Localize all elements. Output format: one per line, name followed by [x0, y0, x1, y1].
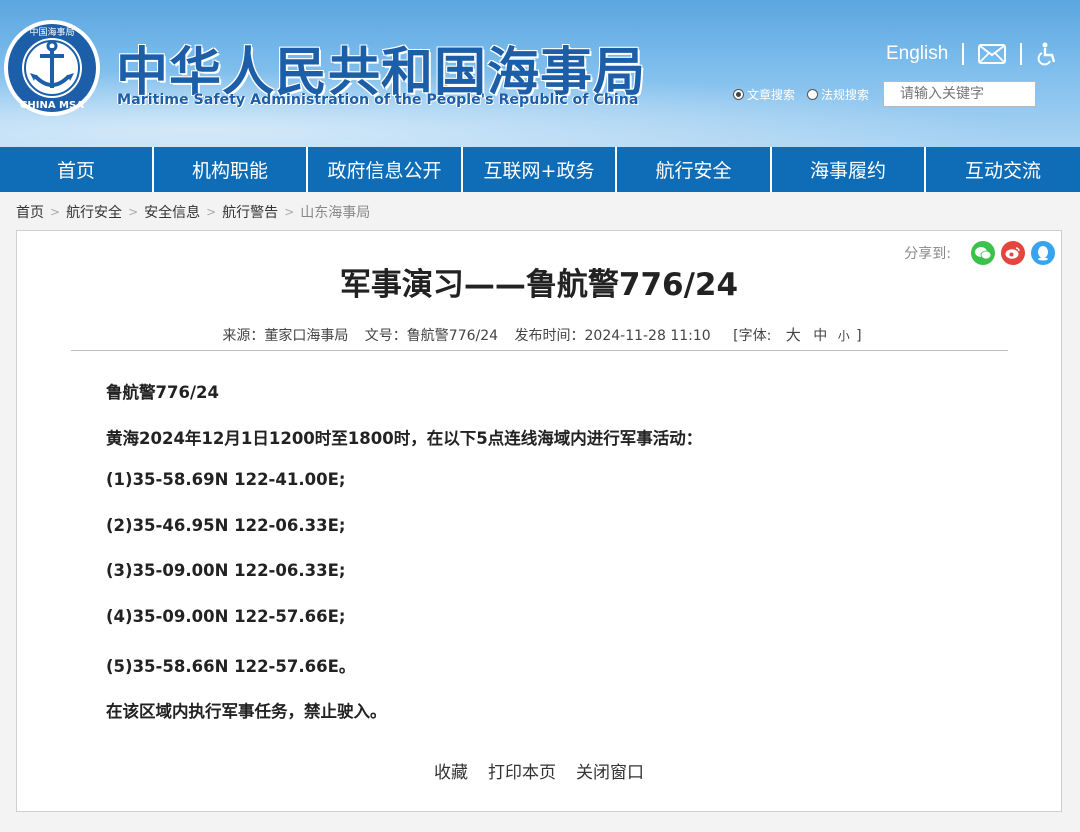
- search-option-article-label: 文章搜索: [747, 87, 796, 102]
- font-size-medium[interactable]: 中: [813, 328, 827, 344]
- site-header: 中国海事局 CHINA MSA 中华人民共和国海事局 Maritime Safe…: [0, 0, 1080, 147]
- print-button[interactable]: 打印本页: [488, 758, 556, 783]
- breadcrumb: 首页 > 航行安全 > 安全信息 > 航行警告 > 山东海事局: [16, 202, 370, 222]
- nav-item-functions[interactable]: 机构职能: [154, 147, 308, 192]
- chevron-right-icon: >: [284, 205, 295, 219]
- meta-doc-number: 文号：鲁航警776/24: [364, 328, 499, 344]
- top-links: English: [886, 40, 1058, 68]
- favorite-button[interactable]: 收藏: [434, 758, 468, 783]
- mail-icon[interactable]: [978, 44, 1007, 64]
- logo-en-text: CHINA MSA: [20, 100, 84, 111]
- font-size-close: ]: [856, 328, 862, 344]
- article-body: 鲁航警776/24 黄海2024年12月1日1200时至1800时，在以下5点连…: [106, 379, 702, 744]
- paragraph-point-2: (2)35-46.95N 122-06.33E;: [106, 515, 346, 535]
- breadcrumb-navigation-warning[interactable]: 航行警告: [222, 202, 278, 222]
- font-size-small[interactable]: 小: [838, 329, 850, 343]
- paragraph-description: 黄海2024年12月1日1200时至1800时，在以下5点连线海域内进行军事活动…: [106, 428, 703, 448]
- top-link-separator: [1020, 43, 1023, 65]
- font-size-control: [字体: 大 中 小 ]: [727, 326, 862, 344]
- font-size-label: [字体:: [733, 328, 772, 344]
- radio-selected-icon[interactable]: [733, 88, 744, 100]
- paragraph-point-5: (5)35-58.66N 122-57.66E。: [106, 656, 356, 676]
- breadcrumb-navigation-safety[interactable]: 航行安全: [66, 202, 122, 222]
- search-option-regulation-label: 法规搜索: [821, 87, 870, 102]
- article-meta: 来源：董家口海事局 文号：鲁航警776/24 发布时间：2024-11-28 1…: [17, 324, 1061, 345]
- article-panel: 分享到: 军事演习——鲁航警776/24 来源：董家口海事局 文号：鲁航警776…: [16, 230, 1062, 812]
- paragraph-warning-number: 鲁航警776/24: [106, 383, 219, 402]
- paragraph-point-4: (4)35-09.00N 122-57.66E;: [106, 606, 346, 626]
- radio-unselected-icon[interactable]: [807, 88, 819, 100]
- chevron-right-icon: >: [50, 205, 61, 219]
- top-link-separator: [962, 43, 965, 65]
- nav-item-convention[interactable]: 海事履约: [772, 147, 926, 192]
- nav-item-internet-gov[interactable]: 互联网+政务: [463, 147, 617, 192]
- chevron-right-icon: >: [128, 205, 139, 219]
- search-input[interactable]: [883, 81, 1037, 107]
- title-divider: [71, 350, 1008, 351]
- nav-item-interaction[interactable]: 互动交流: [926, 147, 1080, 192]
- search-option-article[interactable]: 文章搜索: [733, 86, 795, 103]
- article-title: 军事演习——鲁航警776/24: [339, 267, 739, 303]
- english-link[interactable]: English: [886, 43, 948, 65]
- site-title-english: Maritime Safety Administration of the Pe…: [117, 92, 639, 108]
- breadcrumb-safety-info[interactable]: 安全信息: [144, 202, 200, 222]
- breadcrumb-home[interactable]: 首页: [16, 202, 44, 222]
- close-window-button[interactable]: 关闭窗口: [576, 758, 644, 783]
- logo-cn-text: 中国海事局: [29, 26, 74, 38]
- font-size-large[interactable]: 大: [786, 326, 801, 344]
- paragraph-point-1: (1)35-58.69N 122-41.00E;: [106, 470, 346, 490]
- meta-source: 来源：董家口海事局: [222, 328, 349, 344]
- article-actions: 收藏 打印本页 关闭窗口: [17, 758, 1061, 783]
- search-option-regulation[interactable]: 法规搜索: [807, 86, 869, 103]
- nav-item-home[interactable]: 首页: [0, 147, 154, 192]
- chevron-right-icon: >: [206, 205, 217, 219]
- main-nav: 首页 机构职能 政府信息公开 互联网+政务 航行安全 海事履约 互动交流: [0, 147, 1080, 192]
- paragraph-prohibition: 在该区域内执行军事任务，禁止驶入。: [106, 702, 387, 722]
- nav-item-gov-info[interactable]: 政府信息公开: [308, 147, 463, 192]
- meta-published-time: 发布时间：2024-11-28 11:10: [514, 328, 711, 344]
- china-msa-logo[interactable]: 中国海事局 CHINA MSA: [2, 18, 102, 118]
- nav-item-navigation-safety[interactable]: 航行安全: [617, 147, 772, 192]
- accessibility-icon[interactable]: [1036, 42, 1058, 66]
- paragraph-point-3: (3)35-09.00N 122-06.33E;: [106, 561, 346, 581]
- search-area: 文章搜索 法规搜索: [733, 81, 1037, 107]
- breadcrumb-current[interactable]: 山东海事局: [300, 202, 370, 222]
